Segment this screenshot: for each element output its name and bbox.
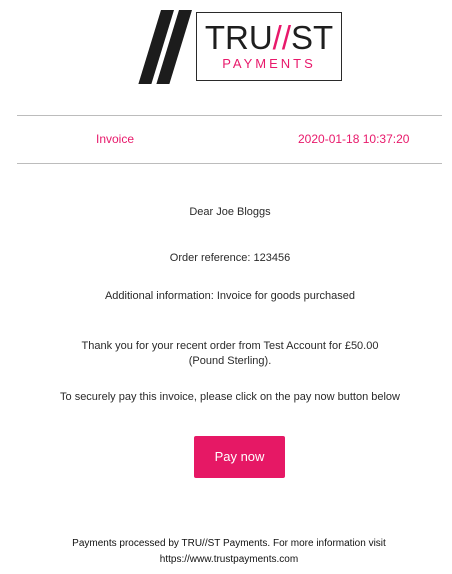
logo-box: TRU//ST PAYMENTS <box>196 12 342 81</box>
logo-word-right: ST <box>291 19 334 56</box>
footer-text: Payments processed by TRU//ST Payments. … <box>72 538 386 549</box>
divider-top <box>17 115 442 116</box>
logo-word-slashes: // <box>272 19 291 56</box>
thanks-text-line2: (Pound Sterling). <box>188 355 272 367</box>
divider-bottom <box>17 163 442 164</box>
logo-subtitle: PAYMENTS <box>222 56 316 71</box>
additional-info-text: Additional information: Invoice for good… <box>104 290 356 302</box>
pay-now-button[interactable]: Pay now <box>194 436 285 478</box>
trust-payments-logo: TRU//ST PAYMENTS <box>138 10 346 84</box>
order-reference-text: Order reference: 123456 <box>169 252 291 264</box>
greeting-text: Dear Joe Bloggs <box>189 206 271 218</box>
footer-link[interactable]: https://www.trustpayments.com <box>6 553 452 567</box>
logo-word-left: TRU <box>204 19 273 56</box>
invoice-datetime: 2020-01-18 10:37:20 <box>298 132 410 146</box>
invoice-label: Invoice <box>96 132 135 146</box>
secure-pay-instruction: To securely pay this invoice, please cli… <box>60 391 400 403</box>
logo-wordmark: TRU//ST <box>197 19 341 57</box>
thanks-text-line1: Thank you for your recent order from Tes… <box>81 340 379 352</box>
